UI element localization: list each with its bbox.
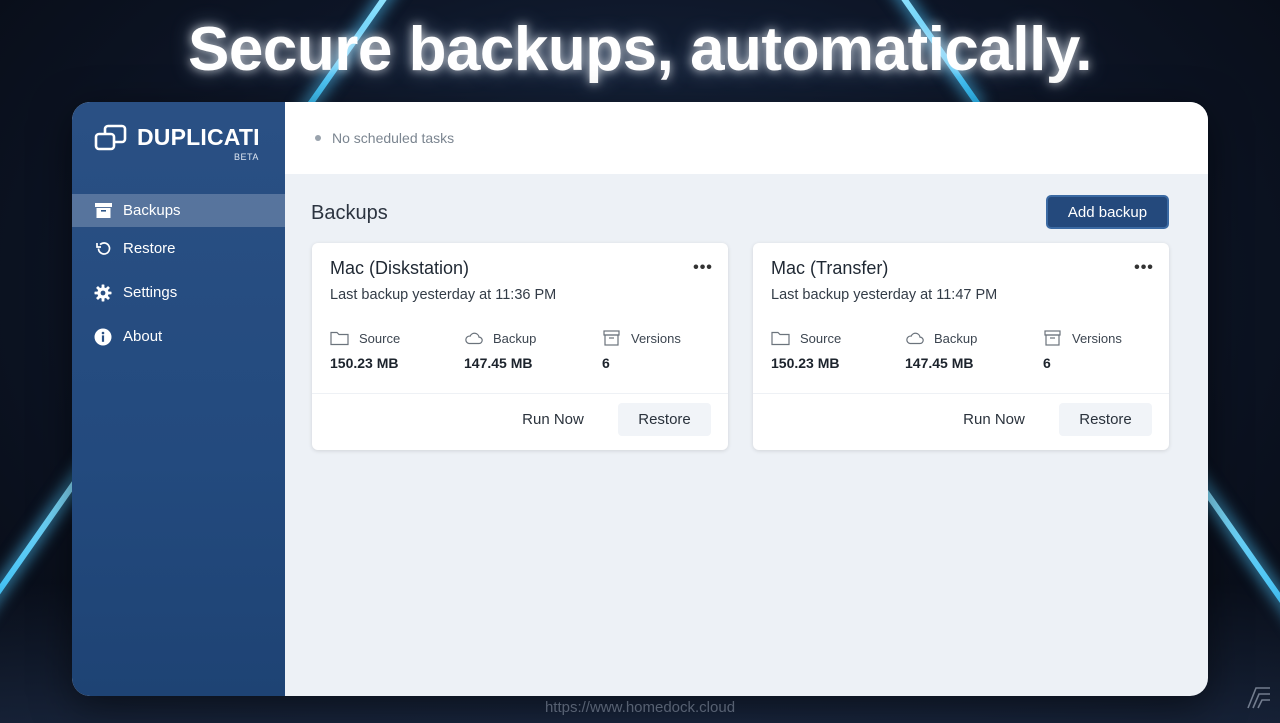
stat-label: Backup: [934, 330, 978, 346]
sidebar-item-label: About: [123, 328, 163, 345]
sidebar-item-label: Backups: [123, 202, 181, 219]
stat-value: 6: [1043, 355, 1051, 371]
restore-button[interactable]: Restore: [618, 403, 711, 436]
backup-name: Mac (Transfer): [771, 258, 889, 278]
sidebar-item-settings[interactable]: Settings: [72, 276, 285, 309]
stat-source: Source 150.23 MB: [330, 329, 401, 372]
sidebar-item-label: Restore: [123, 240, 176, 257]
divider: [753, 393, 1169, 394]
cloud-icon: [465, 332, 483, 345]
info-icon: [94, 328, 112, 346]
archive-icon: [1044, 330, 1061, 346]
brand-name: DUPLICATI: [137, 124, 260, 150]
run-now-button[interactable]: Run Now: [949, 403, 1039, 436]
restore-arrow-icon: [94, 240, 112, 258]
archive-box-icon: [94, 202, 112, 220]
backup-card: Mac (Transfer) ••• Last backup yesterday…: [753, 243, 1169, 450]
main-content: Backups Add backup Mac (Diskstation) •••…: [285, 174, 1208, 696]
stat-value: 150.23 MB: [330, 355, 399, 371]
stat-source: Source 150.23 MB: [771, 329, 842, 372]
status-bar: No scheduled tasks: [285, 102, 1208, 174]
stat-label: Versions: [1072, 330, 1122, 346]
stat-backup: Backup 147.45 MB: [464, 329, 537, 372]
stat-versions: Versions 6: [1043, 329, 1122, 371]
cloud-icon: [906, 332, 924, 345]
sidebar-item-backups[interactable]: Backups: [72, 194, 285, 227]
status-text: No scheduled tasks: [332, 130, 455, 146]
brand-badge: BETA: [234, 152, 259, 162]
duplicati-logo-icon: [94, 124, 127, 151]
stat-label: Versions: [631, 330, 681, 346]
backup-name: Mac (Diskstation): [330, 258, 470, 278]
stat-backup: Backup 147.45 MB: [905, 329, 978, 372]
last-backup-text: Last backup yesterday at 11:36 PM: [330, 287, 557, 303]
gear-icon: [94, 284, 112, 302]
sidebar-nav: Backups Restore Settings About: [72, 194, 285, 358]
last-backup-text: Last backup yesterday at 11:47 PM: [771, 287, 998, 303]
backup-card: Mac (Diskstation) ••• Last backup yester…: [312, 243, 728, 450]
footer-url: https://www.homedock.cloud: [544, 699, 736, 716]
add-backup-button[interactable]: Add backup: [1046, 195, 1169, 229]
status-dot: [315, 135, 321, 141]
restore-button[interactable]: Restore: [1059, 403, 1152, 436]
archive-icon: [603, 330, 620, 346]
homedock-logo-icon: [1247, 687, 1270, 709]
app-window: DUPLICATI BETA Backups Restore Settings …: [72, 102, 1208, 696]
more-options-icon[interactable]: •••: [1133, 259, 1155, 277]
sidebar-item-about[interactable]: About: [72, 320, 285, 353]
headline: Secure backups, automatically.: [188, 15, 1092, 84]
more-options-icon[interactable]: •••: [692, 259, 714, 277]
sidebar-item-label: Settings: [123, 284, 178, 301]
page-title: Backups: [311, 202, 388, 224]
stat-value: 147.45 MB: [464, 355, 533, 371]
folder-icon: [771, 331, 790, 346]
stat-label: Source: [800, 330, 842, 346]
sidebar: DUPLICATI BETA Backups Restore Settings …: [72, 102, 285, 696]
brand-logo[interactable]: DUPLICATI BETA: [94, 124, 274, 164]
stat-versions: Versions 6: [602, 329, 681, 371]
stat-value: 6: [602, 355, 610, 371]
stat-label: Backup: [493, 330, 537, 346]
divider: [312, 393, 728, 394]
sidebar-item-restore[interactable]: Restore: [72, 232, 285, 265]
stat-value: 150.23 MB: [771, 355, 840, 371]
folder-icon: [330, 331, 349, 346]
stat-label: Source: [359, 330, 401, 346]
stat-value: 147.45 MB: [905, 355, 974, 371]
run-now-button[interactable]: Run Now: [508, 403, 598, 436]
